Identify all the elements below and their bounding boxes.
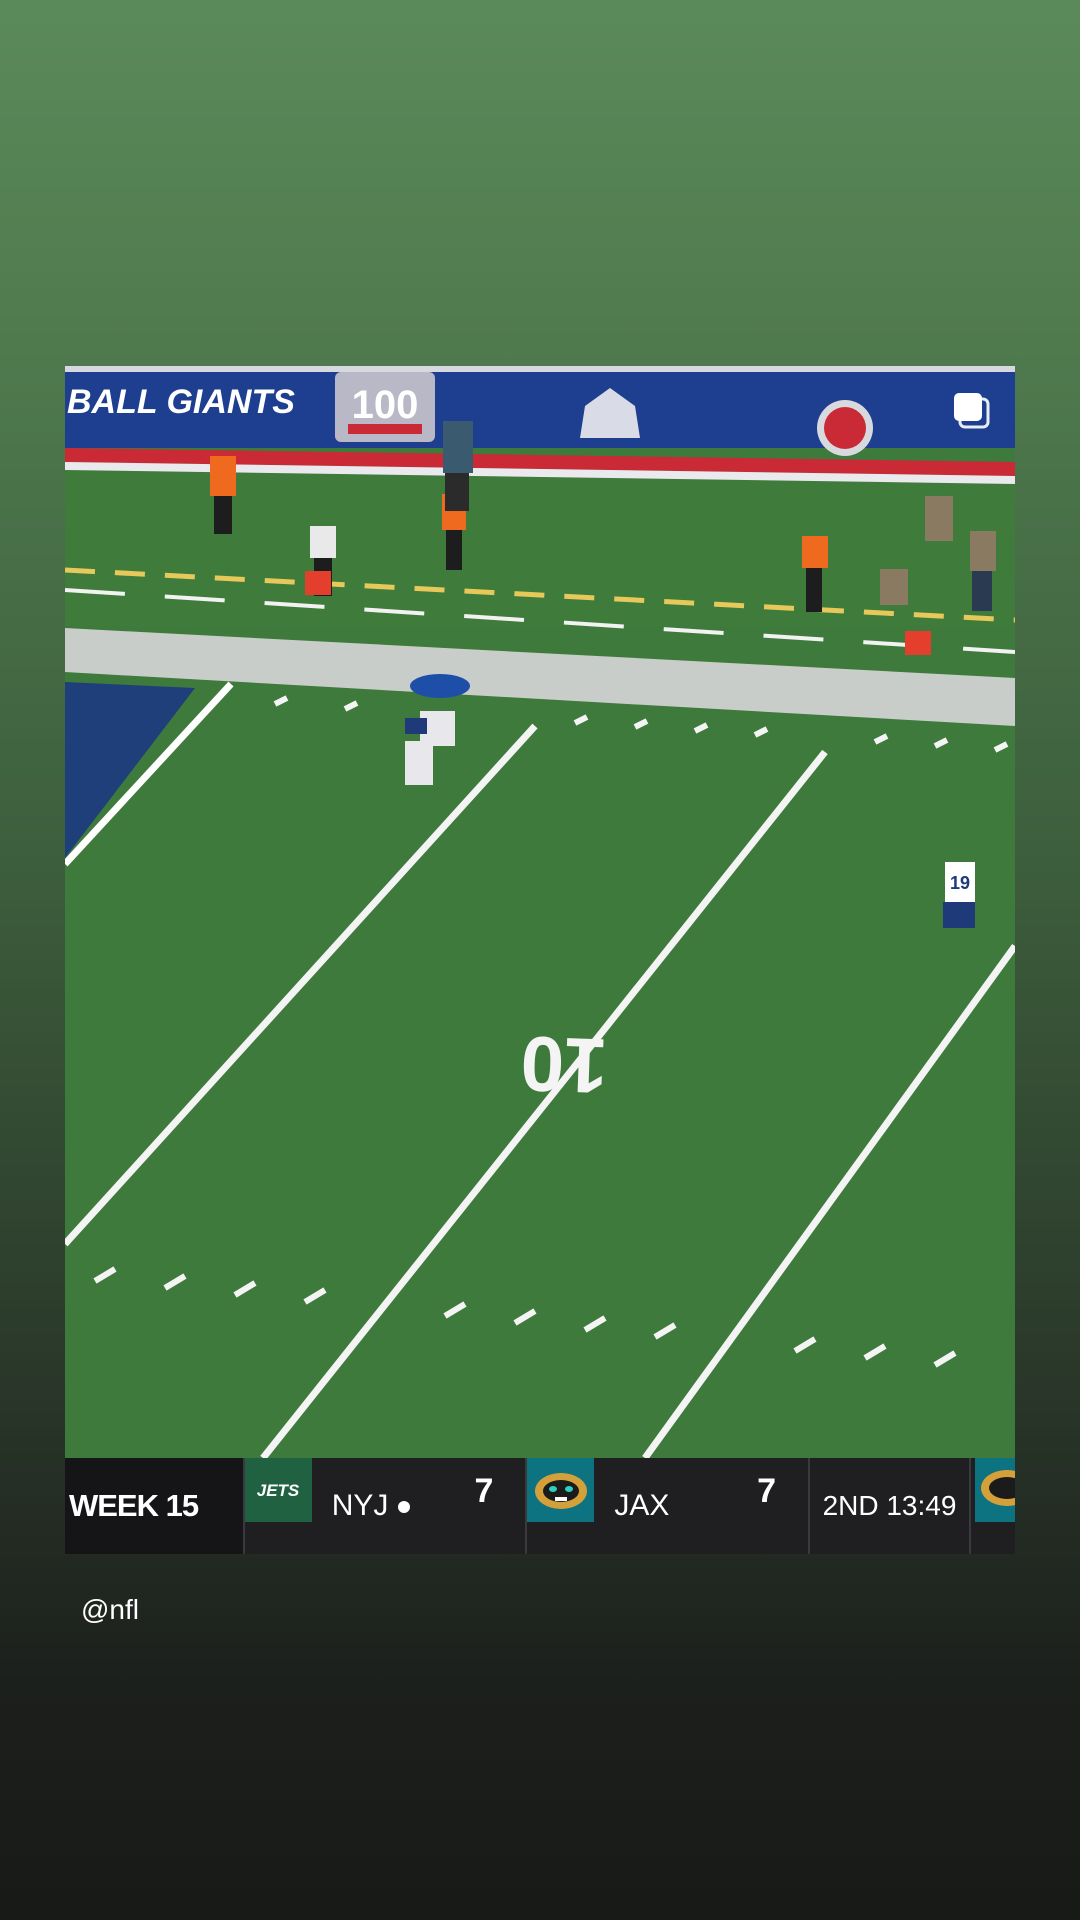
post-caption[interactable]: @nfl <box>81 1594 139 1626</box>
svg-text:19: 19 <box>950 873 970 893</box>
possession-indicator-icon <box>398 1501 411 1514</box>
jaguars-logo-icon <box>527 1458 595 1522</box>
team-circle-logo <box>817 400 873 456</box>
game-clock: 2ND 13:49 <box>822 1490 957 1521</box>
svg-text:100: 100 <box>352 383 419 427</box>
scorebug-clock: 2ND 13:49 <box>810 1458 971 1554</box>
video-post[interactable]: BALL GIANTS 100 10 19 WEEK 15 JETS NYJ 7… <box>65 366 1015 1554</box>
home-team-abbr: JAX <box>614 1489 670 1522</box>
jaguars-logo-partial-icon <box>975 1458 1015 1522</box>
multiple-posts-icon[interactable] <box>952 391 990 429</box>
game-video-frame: BALL GIANTS 100 10 19 <box>65 366 1015 1458</box>
week-label: WEEK 15 <box>69 1488 199 1523</box>
banner-text: BALL GIANTS <box>67 383 295 421</box>
away-team-score: 7 <box>474 1472 494 1510</box>
svg-text:10: 10 <box>519 1019 609 1110</box>
away-team-abbr: NYJ <box>332 1489 411 1523</box>
svg-text:BALL GIANTS: BALL GIANTS <box>67 383 295 421</box>
scorebug-week: WEEK 15 <box>65 1458 245 1554</box>
scorebug-away-team: JETS NYJ 7 <box>244 1458 528 1554</box>
scorebug-next-game <box>971 1458 1015 1554</box>
svg-text:JETS: JETS <box>257 1481 300 1500</box>
yard-number: 10 <box>519 1019 609 1110</box>
anniversary-logo: 100 <box>335 372 435 442</box>
scorebug: WEEK 15 JETS NYJ 7 JAX 7 2ND 13:49 <box>65 1458 1015 1554</box>
home-team-score: 7 <box>757 1472 777 1510</box>
scorebug-home-team: JAX 7 <box>527 1458 811 1554</box>
jets-logo-icon: JETS <box>244 1458 312 1522</box>
